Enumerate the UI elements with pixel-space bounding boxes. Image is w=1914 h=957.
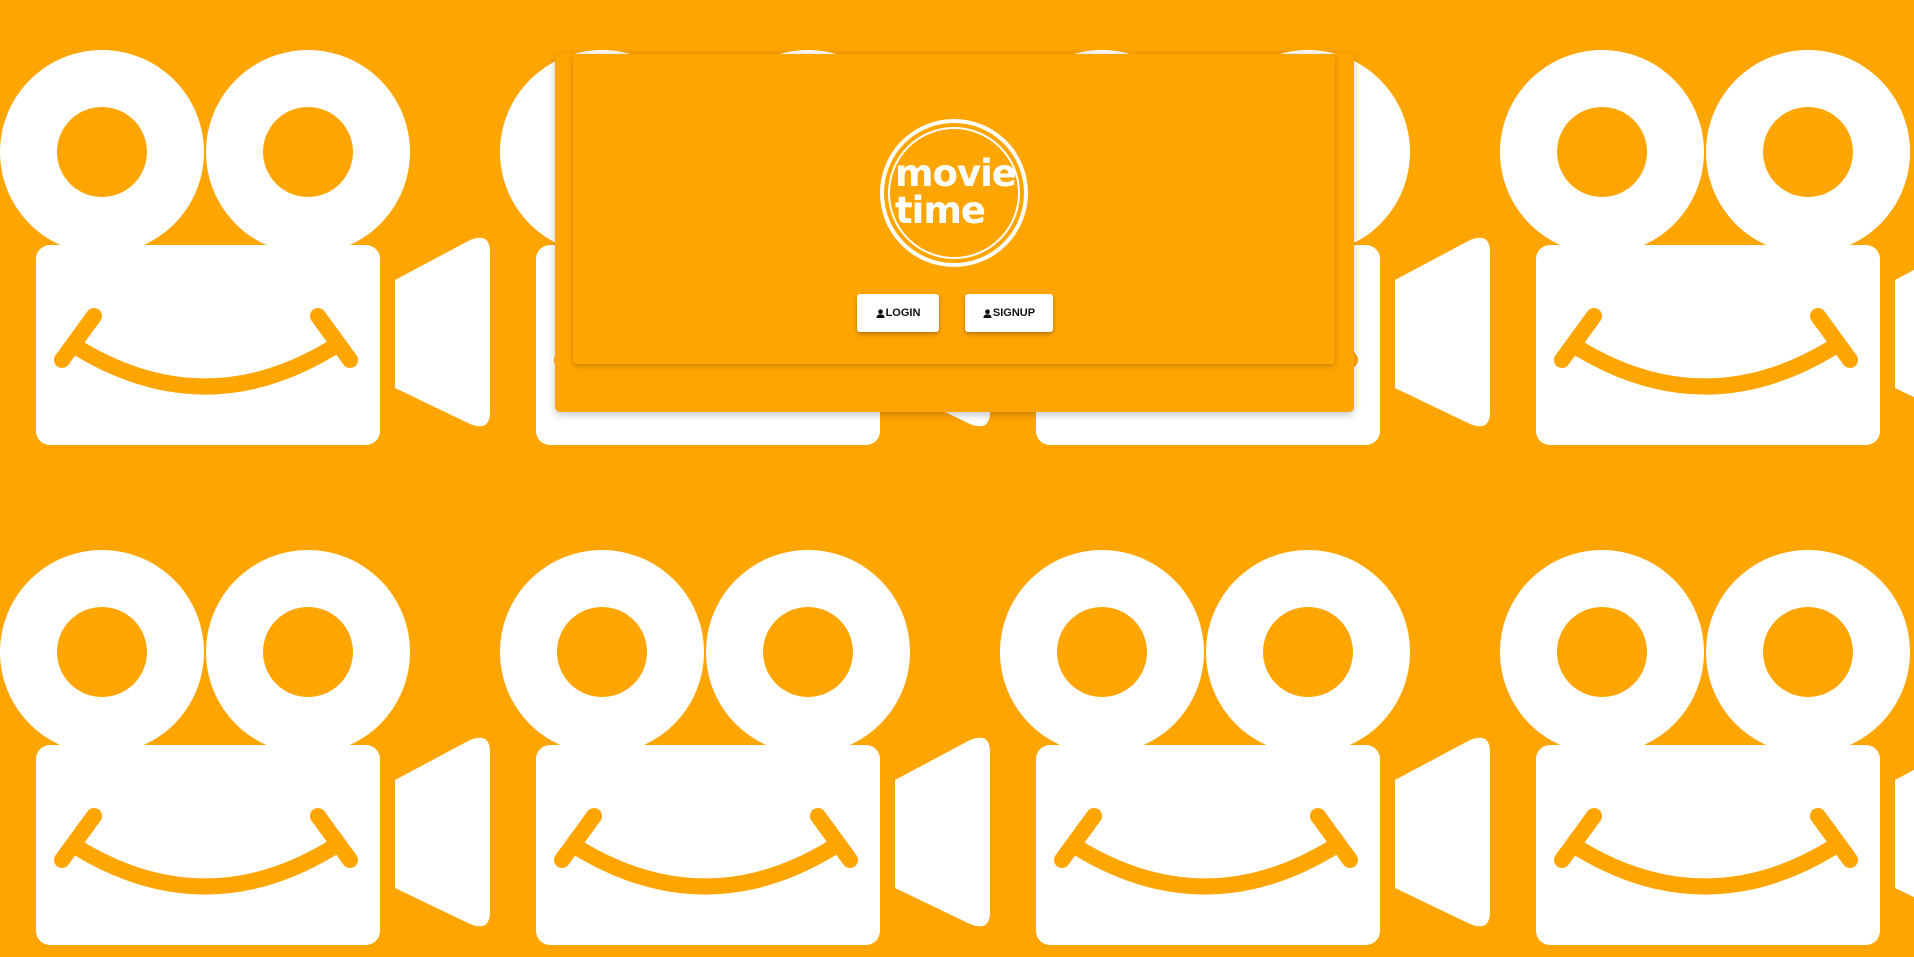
logo-text: movie time <box>879 118 1029 268</box>
user-icon <box>983 308 992 318</box>
logo-text-line1: movie <box>895 152 1017 195</box>
film-camera-icon <box>0 550 490 945</box>
film-camera-icon <box>500 550 990 945</box>
movie-time-logo: movie time <box>879 118 1029 268</box>
signup-button-label: SIGNUP <box>992 307 1036 319</box>
film-camera-icon <box>0 50 490 445</box>
signup-button[interactable]: SIGNUP <box>965 294 1053 332</box>
login-button[interactable]: LOGIN <box>857 294 939 332</box>
user-icon <box>876 308 885 318</box>
film-camera-icon <box>1000 550 1490 945</box>
film-camera-icon <box>1500 550 1914 945</box>
logo-text-line2: time <box>895 189 986 232</box>
film-camera-icon <box>1500 50 1914 445</box>
login-button-label: LOGIN <box>885 307 921 319</box>
